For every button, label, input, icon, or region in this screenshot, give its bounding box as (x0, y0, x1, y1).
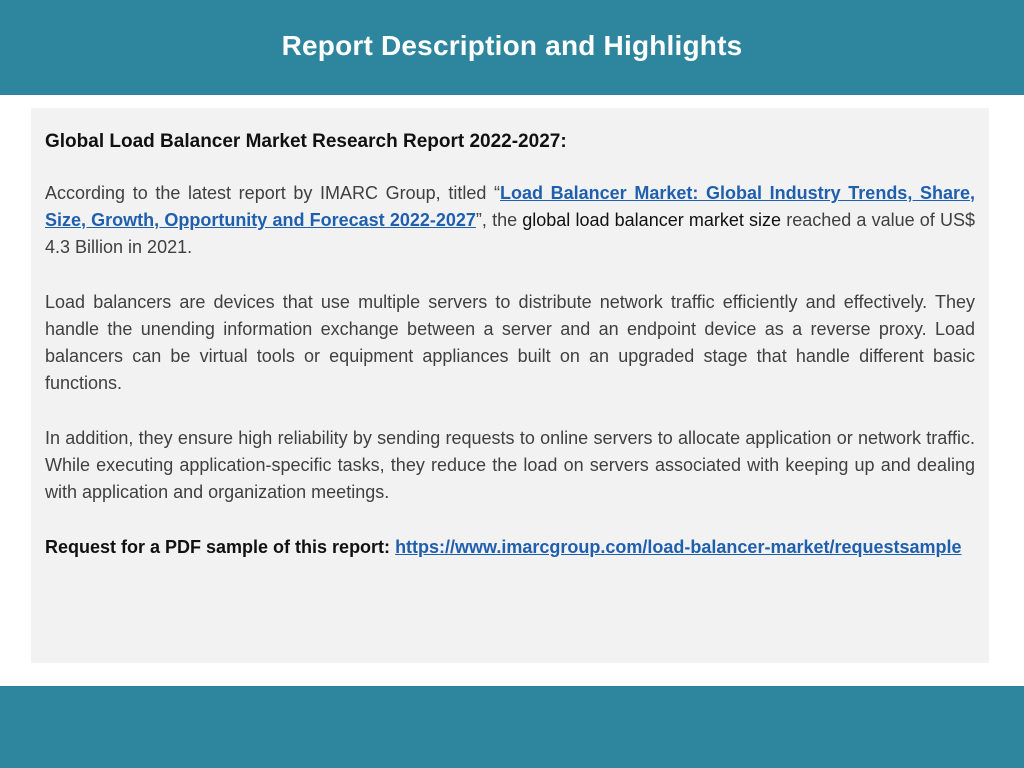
footer-band (0, 686, 1024, 768)
sample-request-label: Request for a PDF sample of this report: (45, 537, 396, 557)
report-heading: Global Load Balancer Market Research Rep… (45, 131, 567, 152)
intro-text-start: According to the latest report by IMARC … (45, 183, 500, 203)
content-panel: Global Load Balancer Market Research Rep… (31, 108, 989, 663)
header-band: Report Description and Highlights (0, 0, 1024, 95)
description-paragraph: Load balancers are devices that use mult… (45, 292, 975, 393)
market-size-phrase: global load balancer market size (522, 210, 782, 230)
page-title: Report Description and Highlights (281, 29, 743, 61)
sample-request-link[interactable]: https://www.imarcgroup.com/load-balancer… (395, 537, 961, 557)
sample-request-line: Request for a PDF sample of this report:… (45, 534, 975, 561)
intro-text-middle: ”, the (475, 210, 523, 230)
intro-paragraph: According to the latest report by IMARC … (45, 180, 975, 261)
reliability-paragraph: In addition, they ensure high reliabilit… (45, 428, 975, 502)
